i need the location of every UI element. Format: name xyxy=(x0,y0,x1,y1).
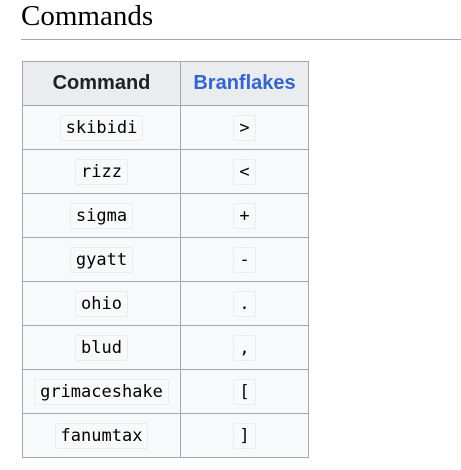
branflakes-code: . xyxy=(233,290,256,317)
command-cell: sigma xyxy=(22,193,181,238)
command-code: sigma xyxy=(69,202,134,229)
command-code: fanumtax xyxy=(54,422,149,449)
table-row: ohio . xyxy=(22,281,309,326)
table-row: blud , xyxy=(22,325,309,370)
branflakes-code: [ xyxy=(233,378,256,405)
branflakes-code: < xyxy=(233,158,256,185)
branflakes-link[interactable]: Branflakes xyxy=(193,72,295,94)
commands-table: Command Branflakes skibidi > rizz < sigm… xyxy=(22,61,309,458)
branflakes-cell: ] xyxy=(180,413,309,458)
column-header-command: Command xyxy=(22,61,181,106)
command-cell: blud xyxy=(22,325,181,370)
table-row: skibidi > xyxy=(22,105,309,150)
command-cell: skibidi xyxy=(22,105,181,150)
command-cell: ohio xyxy=(22,281,181,326)
branflakes-cell: < xyxy=(180,149,309,194)
branflakes-code: ] xyxy=(233,422,256,449)
branflakes-cell: - xyxy=(180,237,309,282)
branflakes-cell: , xyxy=(180,325,309,370)
branflakes-cell: + xyxy=(180,193,309,238)
command-cell: gyatt xyxy=(22,237,181,282)
command-code: skibidi xyxy=(59,114,144,141)
command-code: ohio xyxy=(75,290,128,317)
branflakes-code: - xyxy=(233,246,256,273)
branflakes-cell: . xyxy=(180,281,309,326)
column-header-branflakes[interactable]: Branflakes xyxy=(180,61,309,106)
table-row: rizz < xyxy=(22,149,309,194)
branflakes-cell: > xyxy=(180,105,309,150)
table-row: sigma + xyxy=(22,193,309,238)
branflakes-code: , xyxy=(233,334,256,361)
command-code: blud xyxy=(75,334,128,361)
table-row: grimaceshake [ xyxy=(22,369,309,414)
command-cell: grimaceshake xyxy=(22,369,181,414)
table-row: gyatt - xyxy=(22,237,309,282)
command-code: rizz xyxy=(75,158,128,185)
table-header-row: Command Branflakes xyxy=(22,61,309,106)
command-cell: fanumtax xyxy=(22,413,181,458)
command-cell: rizz xyxy=(22,149,181,194)
branflakes-cell: [ xyxy=(180,369,309,414)
section-heading: Commands xyxy=(21,0,461,40)
branflakes-code: + xyxy=(233,202,256,229)
branflakes-code: > xyxy=(233,114,256,141)
table-row: fanumtax ] xyxy=(22,413,309,458)
page-title: Commands xyxy=(21,0,154,32)
command-code: gyatt xyxy=(69,246,134,273)
command-code: grimaceshake xyxy=(34,378,169,405)
